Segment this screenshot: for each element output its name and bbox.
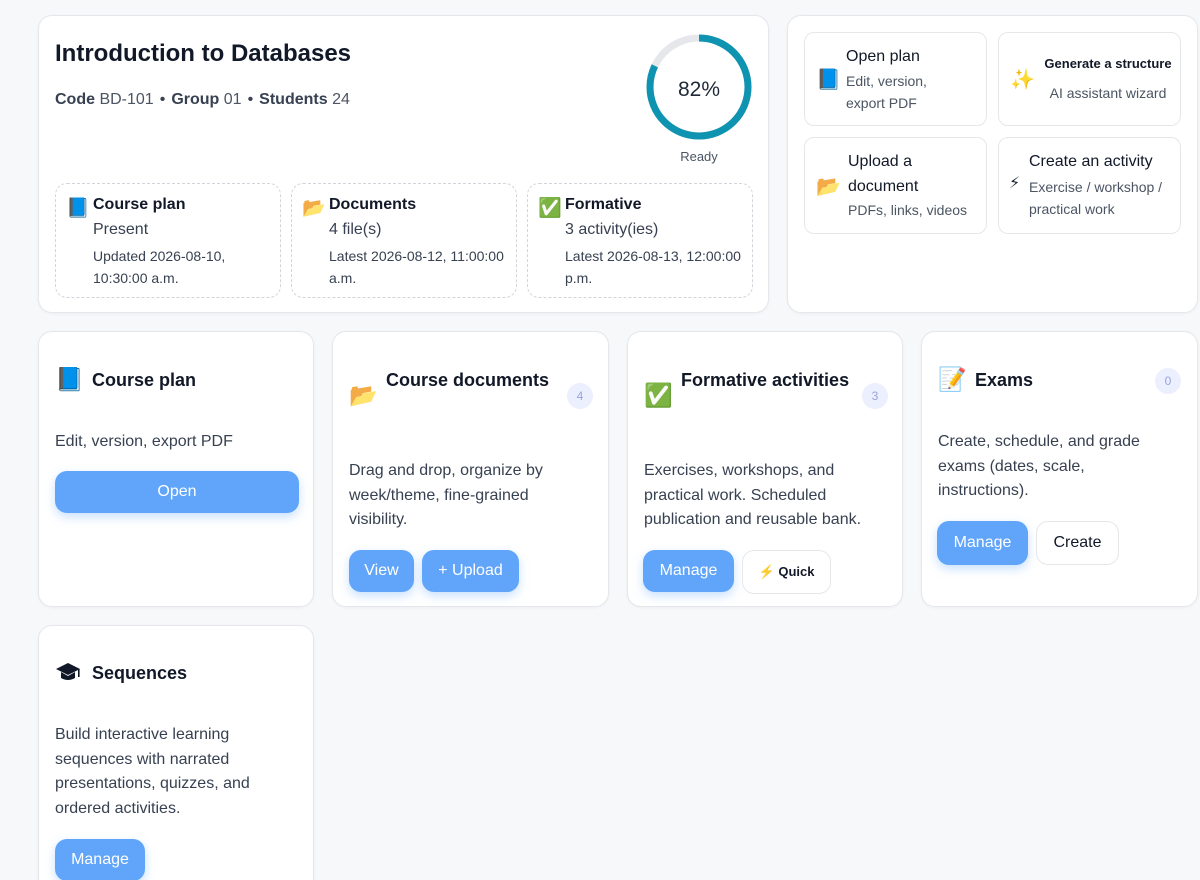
module-title: Course documents — [386, 370, 550, 390]
lightning-icon: ⚡ — [758, 564, 775, 579]
graduation-cap-icon — [55, 659, 81, 691]
stat-title: Formative — [565, 196, 642, 213]
folder-icon: 📂 — [349, 382, 378, 408]
quick-generate-structure[interactable]: ✨ Generate a structure AI assistant wiza… — [998, 32, 1181, 126]
course-summary-card: Introduction to Databases Code BD-101 • Gr… — [38, 15, 769, 313]
module-course-plan: 📘 Course plan Edit, version, export PDF … — [38, 331, 314, 607]
separator: • — [159, 91, 166, 108]
quick-create-activity[interactable]: ⚡ Create an activity Exercise / workshop… — [998, 137, 1181, 234]
quick-title: Create an activity — [1029, 153, 1153, 170]
open-plan-button[interactable]: Open — [55, 471, 299, 513]
quick-title: Generate a structure — [1044, 56, 1172, 71]
module-title: Sequences — [92, 663, 188, 683]
create-exam-button[interactable]: Create — [1036, 521, 1119, 565]
module-desc: Create, schedule, and grade exams (dates… — [938, 433, 1140, 499]
module-desc: Drag and drop, organize by week/theme, f… — [349, 462, 543, 528]
book-icon: 📘 — [66, 198, 90, 219]
upload-document-button[interactable]: + Upload — [422, 550, 519, 592]
quick-sub: Exercise / workshop / practical work — [1029, 179, 1163, 217]
quick-title: Upload a document — [848, 153, 919, 195]
count-badge: 3 — [862, 383, 888, 409]
manage-exams-button[interactable]: Manage — [937, 521, 1028, 565]
stat-value: 3 activity(ies) — [565, 221, 659, 238]
count-badge: 4 — [567, 383, 593, 409]
stat-documents: 📂 Documents 4 file(s) Latest 2026-08-12,… — [291, 183, 517, 298]
quick-label: Quick — [778, 564, 815, 579]
stat-title: Course plan — [93, 196, 186, 213]
sparkles-icon: ✨ — [1010, 69, 1035, 91]
book-icon: 📘 — [55, 366, 84, 392]
module-title: Exams — [975, 370, 1034, 390]
module-course-documents: 📂 Course documents 4 Drag and drop, orga… — [332, 331, 609, 607]
readiness-label: Ready — [680, 149, 718, 164]
memo-icon: 📝 — [938, 366, 967, 392]
module-desc: Edit, version, export PDF — [55, 433, 233, 450]
stat-latest: Latest 2026-08-12, 11:00:00 a.m. — [329, 248, 504, 286]
stat-latest: Latest 2026-08-13, 12:00:00 p.m. — [565, 248, 741, 286]
stat-formative: ✅ Formative 3 activity(ies) Latest 2026-… — [527, 183, 753, 298]
stat-value: 4 file(s) — [329, 221, 382, 238]
group-value: 01 — [223, 91, 242, 108]
book-icon: 📘 — [816, 69, 841, 91]
students-value: 24 — [332, 91, 350, 108]
readiness-value: 82% — [677, 78, 721, 101]
manage-formative-button[interactable]: Manage — [643, 550, 734, 592]
module-title: Formative activities — [681, 370, 850, 390]
separator: • — [247, 91, 254, 108]
folder-icon: 📂 — [302, 198, 326, 219]
count-badge: 0 — [1155, 368, 1181, 394]
view-documents-button[interactable]: View — [349, 550, 414, 592]
course-title: Introduction to Databases — [55, 40, 352, 67]
module-formative-activities: ✅ Formative activities 3 Exercises, work… — [627, 331, 903, 607]
quick-title: Open plan — [846, 48, 920, 65]
code-value: BD-101 — [99, 91, 154, 108]
stat-title: Documents — [329, 196, 417, 213]
quick-sub: PDFs, links, videos — [848, 202, 968, 218]
manage-sequences-button[interactable]: Manage — [55, 839, 145, 880]
check-icon: ✅ — [644, 382, 673, 408]
stat-updated: Updated 2026-08-10, 10:30:00 a.m. — [93, 248, 226, 286]
quick-create-button[interactable]: ⚡ Quick — [742, 550, 831, 594]
quick-actions-card: 📘 Open plan Edit, version, export PDF ✨ … — [787, 15, 1198, 313]
module-desc: Exercises, workshops, and practical work… — [644, 462, 862, 528]
quick-sub: AI assistant wizard — [1049, 85, 1167, 101]
check-icon: ✅ — [538, 198, 562, 219]
folder-icon: 📂 — [816, 176, 841, 198]
module-title: Course plan — [92, 370, 197, 390]
course-meta: Code BD-101 • Group 01 • Students 24 — [55, 91, 350, 109]
stat-course-plan: 📘 Course plan Present Updated 2026-08-10… — [55, 183, 281, 298]
code-label: Code — [55, 91, 95, 108]
module-exams: 📝 Exams 0 Create, schedule, and grade ex… — [921, 331, 1198, 607]
quick-open-plan[interactable]: 📘 Open plan Edit, version, export PDF — [804, 32, 987, 126]
module-sequences: Sequences Build interactive learning seq… — [38, 625, 314, 880]
quick-sub: Edit, version, export PDF — [846, 73, 927, 111]
stat-value: Present — [93, 221, 149, 238]
quick-upload-document[interactable]: 📂 Upload a document PDFs, links, videos — [804, 137, 987, 234]
lightning-icon: ⚡ — [1009, 175, 1021, 192]
module-desc: Build interactive learning sequences wit… — [55, 726, 250, 817]
students-label: Students — [259, 91, 328, 108]
group-label: Group — [171, 91, 220, 108]
